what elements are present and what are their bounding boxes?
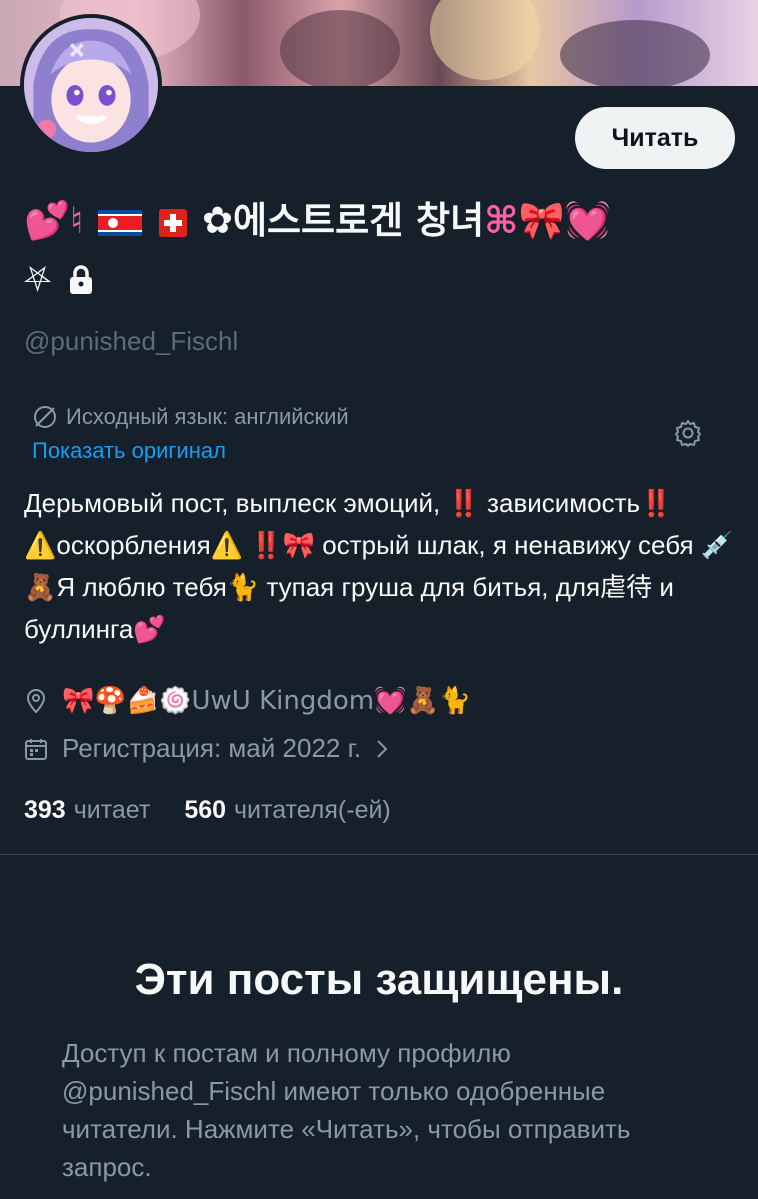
swiss-flag-icon [159,208,188,237]
pentagram-symbol: ⛧ [24,260,52,300]
following-count: 393 [24,796,66,824]
chevron-right-icon [377,739,388,758]
lock-icon [70,265,93,294]
calendar-icon [25,738,47,760]
translate-icon [34,406,56,428]
name-line2: ⛧ [24,258,93,302]
follow-stats: 393 читает 560 читателя(-ей) [24,796,391,825]
display-name: 💕♮ ✿에스트로겐 창녀⌘🎀💓 [24,190,734,252]
protected-title: Эти посты защищены. [134,955,624,1004]
location-text: 🎀🍄🍰🍥UwU Kingdom💓🧸🐈 [62,686,472,716]
following-stat[interactable]: 393 читает [24,796,150,825]
translation-note-text: Исходный язык: английский [66,404,349,429]
divider [0,854,758,855]
join-date-text: Регистрация: май 2022 г. [62,733,362,763]
name-korean: ✿에스트로겐 창녀 [201,199,485,242]
profile-bio: Дерьмовый пост, выплеск эмоций, ‼️ завис… [24,488,734,644]
followers-label: читателя(-ей) [234,796,391,824]
protected-description: Доступ к постам и полному профилю @punis… [62,1038,631,1182]
translation-note: Исходный язык: английский [32,404,349,430]
followers-count: 560 [184,796,227,824]
follow-button[interactable]: Читать [575,107,735,169]
show-original-link[interactable]: Показать оригинал [32,438,226,464]
location-pin-icon [26,688,46,714]
profile-avatar[interactable] [20,14,162,156]
north-korea-flag-icon [98,209,143,236]
followers-stat[interactable]: 560 читателя(-ей) [184,796,390,825]
profile-handle: @punished_Fischl [24,326,239,356]
following-label: читает [73,796,151,824]
join-date-row[interactable]: Регистрация: май 2022 г. [24,733,389,764]
location-row: 🎀🍄🍰🍥UwU Kingdom💓🧸🐈 [24,686,471,716]
gear-icon[interactable] [673,418,703,448]
name-prefix: 💕♮ [24,199,84,242]
name-suffix: ⌘🎀💓 [484,199,611,242]
